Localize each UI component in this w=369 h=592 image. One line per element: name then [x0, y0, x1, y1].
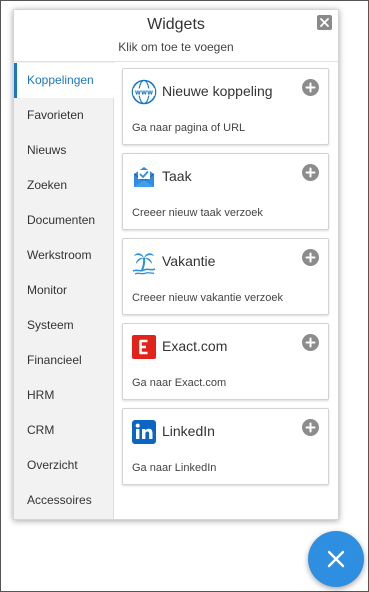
palm-tree-icon [132, 253, 156, 275]
close-icon [320, 18, 329, 27]
sidebar-item-favorieten[interactable]: Favorieten [14, 98, 113, 133]
add-widget-button[interactable] [302, 419, 319, 436]
svg-text:www: www [135, 89, 153, 97]
sidebar-item-financieel[interactable]: Financieel [14, 343, 113, 378]
sidebar-item-koppelingen[interactable]: Koppelingen [14, 63, 114, 98]
close-button[interactable] [317, 15, 332, 30]
card-title: Exact.com [162, 338, 228, 354]
close-widgets-fab[interactable] [308, 531, 364, 587]
sidebar-item-accessoires[interactable]: Accessoires [14, 483, 113, 518]
add-widget-button[interactable] [302, 334, 319, 351]
panel-subtitle: Klik om toe te voegen [118, 40, 234, 54]
card-description: Creeer nieuw vakantie verzoek [132, 292, 284, 304]
plus-icon [305, 422, 316, 433]
plus-icon [305, 82, 316, 93]
linkedin-logo-icon [132, 420, 156, 444]
sidebar-item-nieuws[interactable]: Nieuws [14, 133, 113, 168]
card-description: Ga naar Exact.com [132, 377, 227, 389]
plus-icon [305, 167, 316, 178]
category-sidebar: Koppelingen Favorieten Nieuws Zoeken Doc… [14, 62, 114, 519]
card-title: Nieuwe koppeling [162, 83, 273, 99]
card-title: Vakantie [162, 253, 216, 269]
sidebar-item-zoeken[interactable]: Zoeken [14, 168, 113, 203]
add-widget-button[interactable] [302, 164, 319, 181]
sidebar-item-crm[interactable]: CRM [14, 413, 113, 448]
sidebar-item-hrm[interactable]: HRM [14, 378, 113, 413]
task-envelope-icon [133, 167, 155, 187]
sidebar-item-documenten[interactable]: Documenten [14, 203, 113, 238]
globe-www-icon: www [131, 79, 157, 105]
widget-card-nieuwe-koppeling[interactable]: www Nieuwe koppeling Ga naar pagina of U… [122, 68, 329, 145]
sidebar-item-systeem[interactable]: Systeem [14, 308, 113, 343]
add-widget-button[interactable] [302, 249, 319, 266]
exact-logo-icon [132, 335, 156, 359]
widget-list: www Nieuwe koppeling Ga naar pagina of U… [114, 62, 338, 519]
widget-card-linkedin[interactable]: LinkedIn Ga naar LinkedIn [122, 408, 329, 485]
sidebar-item-overzicht[interactable]: Overzicht [14, 448, 113, 483]
panel-title: Widgets [147, 16, 205, 33]
card-title: Taak [162, 168, 192, 184]
close-icon [327, 550, 345, 568]
sidebar-item-werkstroom[interactable]: Werkstroom [14, 238, 113, 273]
widget-card-taak[interactable]: Taak Creeer nieuw taak verzoek [122, 153, 329, 230]
plus-icon [305, 252, 316, 263]
widget-card-vakantie[interactable]: Vakantie Creeer nieuw vakantie verzoek [122, 238, 329, 315]
card-description: Ga naar LinkedIn [132, 462, 217, 474]
sidebar-item-monitor[interactable]: Monitor [14, 273, 113, 308]
card-description: Ga naar pagina of URL [132, 122, 246, 134]
add-widget-button[interactable] [302, 79, 319, 96]
card-title: LinkedIn [162, 423, 215, 439]
card-description: Creeer nieuw taak verzoek [132, 207, 263, 219]
widgets-panel: Widgets Klik om toe te voegen Koppelinge… [13, 9, 339, 520]
widget-card-exact[interactable]: Exact.com Ga naar Exact.com [122, 323, 329, 400]
plus-icon [305, 337, 316, 348]
panel-header: Widgets Klik om toe te voegen [14, 10, 338, 62]
